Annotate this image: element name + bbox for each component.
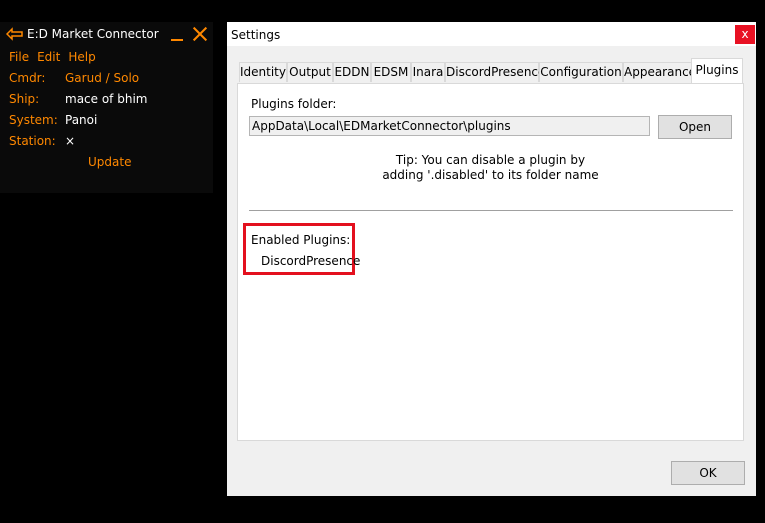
menu-edit[interactable]: Edit — [37, 50, 60, 64]
edmc-title: E:D Market Connector — [27, 27, 159, 41]
update-button[interactable]: Update — [88, 155, 131, 169]
edmc-menubar: File Edit Help — [9, 50, 104, 64]
tab-output[interactable]: Output — [287, 62, 333, 82]
menu-file[interactable]: File — [9, 50, 29, 64]
station-value[interactable]: × — [65, 134, 75, 148]
enabled-plugins-label: Enabled Plugins: — [251, 233, 351, 247]
close-icon[interactable]: x — [735, 25, 755, 44]
menu-help[interactable]: Help — [68, 50, 95, 64]
station-label: Station: — [9, 134, 56, 148]
system-value[interactable]: Panoi — [65, 113, 97, 127]
tab-configuration[interactable]: Configuration — [539, 62, 623, 82]
separator — [249, 210, 733, 211]
cmdr-label: Cmdr: — [9, 71, 46, 85]
plugins-folder-label: Plugins folder: — [251, 97, 337, 111]
edmc-window: E:D Market Connector File Edit Help Cmdr: … — [0, 22, 213, 193]
system-label: System: — [9, 113, 58, 127]
ship-label: Ship: — [9, 92, 40, 106]
plugins-folder-field[interactable] — [249, 116, 650, 136]
edmc-titlebar[interactable]: E:D Market Connector — [0, 22, 213, 46]
edmc-logo-icon — [6, 27, 23, 41]
tab-appearance[interactable]: Appearance — [623, 62, 696, 82]
ok-button[interactable]: OK — [671, 461, 745, 485]
close-icon[interactable] — [193, 27, 207, 41]
tip-line-2: adding '.disabled' to its folder name — [382, 168, 599, 182]
tab-identity[interactable]: Identity — [239, 62, 287, 82]
ship-value[interactable]: mace of bhim — [65, 92, 147, 106]
tab-edsm[interactable]: EDSM — [371, 62, 411, 82]
plugins-panel: Plugins folder: Open Tip: You can disabl… — [237, 83, 744, 441]
cmdr-value[interactable]: Garud / Solo — [65, 71, 139, 85]
open-button[interactable]: Open — [658, 115, 732, 139]
tab-eddn[interactable]: EDDN — [333, 62, 371, 82]
list-item: DiscordPresence — [261, 254, 361, 268]
tab-inara[interactable]: Inara — [411, 62, 445, 82]
tab-plugins[interactable]: Plugins — [691, 58, 743, 83]
tip-line-1: Tip: You can disable a plugin by — [395, 153, 586, 167]
minimize-icon[interactable] — [169, 22, 185, 44]
settings-dialog: Settings x Identity Output EDDN EDSM Ina… — [227, 22, 756, 496]
tab-discordpresence[interactable]: DiscordPresence — [445, 62, 545, 82]
settings-titlebar[interactable]: Settings x — [227, 22, 756, 46]
settings-title: Settings — [231, 28, 281, 42]
